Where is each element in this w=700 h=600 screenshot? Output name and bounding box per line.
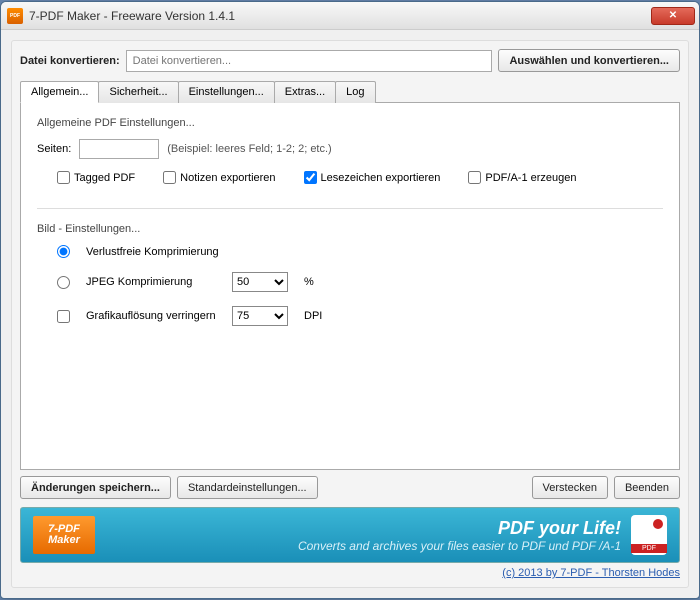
client-area: Datei konvertieren: Auswählen und konver… — [11, 40, 689, 588]
tab-log[interactable]: Log — [335, 81, 375, 103]
cb-pdfa[interactable]: PDF/A-1 erzeugen — [468, 171, 576, 184]
banner-title: PDF your Life! — [107, 518, 621, 539]
cb-tagged[interactable]: Tagged PDF — [57, 171, 135, 184]
cb-notes[interactable]: Notizen exportieren — [163, 171, 275, 184]
tab-extras[interactable]: Extras... — [274, 81, 336, 103]
convert-row: Datei konvertieren: Auswählen und konver… — [20, 49, 680, 72]
copyright: (c) 2013 by 7-PDF - Thorsten Hodes — [20, 567, 680, 579]
quit-button[interactable]: Beenden — [614, 476, 680, 499]
titlebar: PDF 7-PDF Maker - Freeware Version 1.4.1… — [1, 2, 699, 30]
tab-settings[interactable]: Einstellungen... — [178, 81, 275, 103]
general-heading: Allgemeine PDF Einstellungen... — [37, 117, 663, 129]
percent-label: % — [304, 276, 314, 288]
radio-jpeg-label: JPEG Komprimierung — [86, 276, 216, 288]
convert-label: Datei konvertieren: — [20, 55, 120, 67]
radio-lossless[interactable] — [57, 245, 70, 258]
pages-label: Seiten: — [37, 143, 71, 155]
radio-lossless-label: Verlustfreie Komprimierung — [86, 246, 219, 258]
defaults-button[interactable]: Standardeinstellungen... — [177, 476, 318, 499]
cb-bookmarks-input[interactable] — [304, 171, 317, 184]
cb-bookmarks-label: Lesezeichen exportieren — [321, 172, 441, 184]
cb-bookmarks[interactable]: Lesezeichen exportieren — [304, 171, 441, 184]
dpi-combo[interactable]: 75 — [232, 306, 288, 326]
select-convert-button[interactable]: Auswählen und konvertieren... — [498, 49, 680, 72]
banner-logo: 7-PDF Maker — [33, 516, 95, 554]
pdf-icon — [631, 515, 667, 555]
cb-pdfa-label: PDF/A-1 erzeugen — [485, 172, 576, 184]
tab-general[interactable]: Allgemein... — [20, 81, 99, 103]
cb-reduce[interactable] — [57, 310, 70, 323]
copyright-link[interactable]: (c) 2013 by 7-PDF - Thorsten Hodes — [502, 567, 680, 579]
pages-hint: (Beispiel: leeres Feld; 1-2; 2; etc.) — [167, 143, 331, 155]
reduce-row: Grafikauflösung verringern 75 DPI — [37, 306, 663, 326]
jpeg-quality-combo[interactable]: 50 — [232, 272, 288, 292]
window-title: 7-PDF Maker - Freeware Version 1.4.1 — [29, 9, 651, 23]
image-heading: Bild - Einstellungen... — [37, 223, 663, 235]
cb-tagged-label: Tagged PDF — [74, 172, 135, 184]
bottom-button-row: Änderungen speichern... Standardeinstell… — [20, 476, 680, 499]
banner: 7-PDF Maker PDF your Life! Converts and … — [20, 507, 680, 563]
cb-pdfa-input[interactable] — [468, 171, 481, 184]
tab-panel-general: Allgemeine PDF Einstellungen... Seiten: … — [20, 103, 680, 470]
radio-lossless-row: Verlustfreie Komprimierung — [37, 245, 663, 258]
save-changes-button[interactable]: Änderungen speichern... — [20, 476, 171, 499]
pages-input[interactable] — [79, 139, 159, 159]
spacer — [324, 476, 526, 499]
reduce-label: Grafikauflösung verringern — [86, 310, 216, 322]
file-input[interactable] — [126, 50, 493, 72]
close-button[interactable]: ✕ — [651, 7, 695, 25]
cb-notes-input[interactable] — [163, 171, 176, 184]
hide-button[interactable]: Verstecken — [532, 476, 608, 499]
banner-logo-line2: Maker — [48, 535, 80, 546]
tabstrip: Allgemein... Sicherheit... Einstellungen… — [20, 80, 680, 103]
app-icon: PDF — [7, 8, 23, 24]
app-window: PDF 7-PDF Maker - Freeware Version 1.4.1… — [0, 1, 700, 599]
banner-text: PDF your Life! Converts and archives you… — [107, 518, 621, 553]
divider — [37, 208, 663, 209]
radio-jpeg[interactable] — [57, 276, 70, 289]
banner-subtitle: Converts and archives your files easier … — [107, 539, 621, 553]
tab-security[interactable]: Sicherheit... — [98, 81, 178, 103]
checkbox-row: Tagged PDF Notizen exportieren Lesezeich… — [37, 171, 663, 184]
dpi-label: DPI — [304, 310, 322, 322]
radio-jpeg-row: JPEG Komprimierung 50 % — [37, 272, 663, 292]
cb-notes-label: Notizen exportieren — [180, 172, 275, 184]
cb-tagged-input[interactable] — [57, 171, 70, 184]
pages-row: Seiten: (Beispiel: leeres Feld; 1-2; 2; … — [37, 139, 663, 159]
